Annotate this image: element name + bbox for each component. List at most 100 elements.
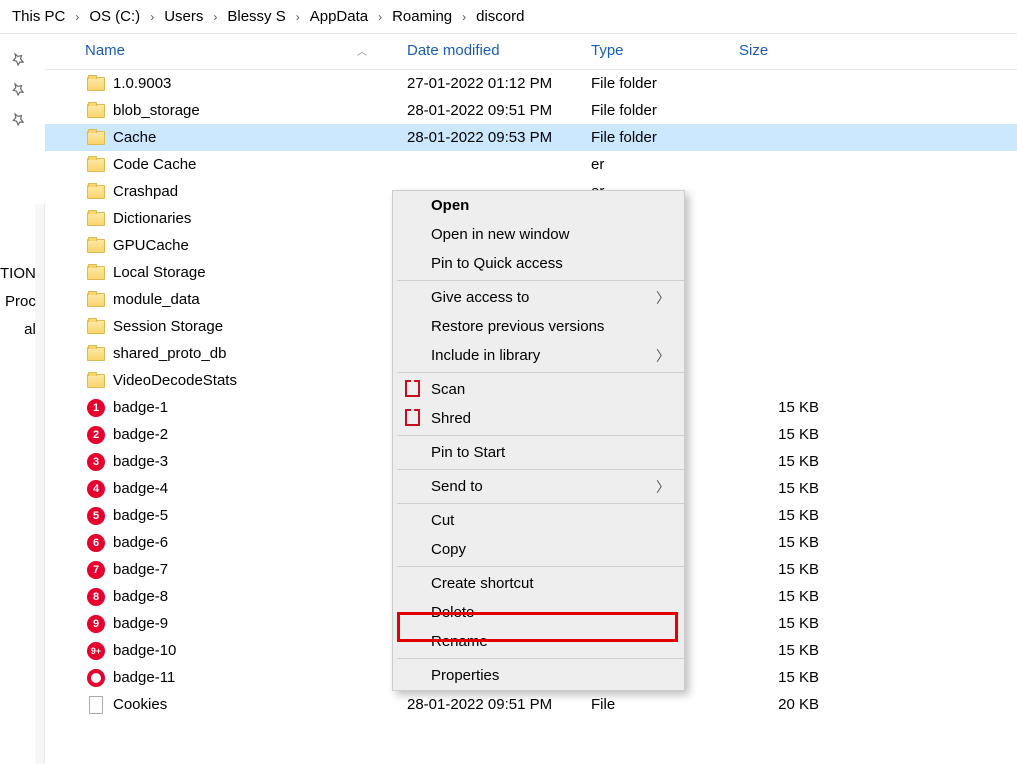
file-name: badge-10 — [107, 642, 407, 659]
menu-shred[interactable]: Shred — [393, 404, 684, 433]
chevron-right-icon: 〉 — [656, 346, 670, 366]
context-menu: Open Open in new window Pin to Quick acc… — [392, 190, 685, 691]
file-size: 15 KB — [739, 615, 829, 632]
folder-icon — [85, 209, 107, 229]
file-name: badge-3 — [107, 453, 407, 470]
menu-copy[interactable]: Copy — [393, 535, 684, 564]
menu-rename[interactable]: Rename — [393, 627, 684, 656]
menu-restore-versions[interactable]: Restore previous versions — [393, 312, 684, 341]
column-headers[interactable]: Name︿ Date modified Type Size — [45, 34, 1017, 70]
file-name: Code Cache — [107, 156, 407, 173]
badge-icon: 3 — [85, 452, 107, 472]
chevron-right-icon: › — [67, 10, 87, 24]
folder-icon — [85, 317, 107, 337]
file-row[interactable]: blob_storage28-01-2022 09:51 PMFile fold… — [45, 97, 1017, 124]
file-name: GPUCache — [107, 237, 407, 254]
file-row[interactable]: Code Cacheer — [45, 151, 1017, 178]
folder-icon — [85, 182, 107, 202]
file-name: badge-6 — [107, 534, 407, 551]
file-name: Session Storage — [107, 318, 407, 335]
file-type: File folder — [591, 75, 739, 92]
folder-icon — [85, 344, 107, 364]
breadcrumb-segment[interactable]: Blessy S — [225, 8, 287, 25]
file-type: File folder — [591, 129, 739, 146]
file-size: 15 KB — [739, 588, 829, 605]
menu-include-library[interactable]: Include in library〉 — [393, 341, 684, 370]
file-size: 15 KB — [739, 399, 829, 416]
folder-icon — [85, 74, 107, 94]
breadcrumb[interactable]: This PC›OS (C:)›Users›Blessy S›AppData›R… — [0, 0, 1017, 34]
breadcrumb-segment[interactable]: discord — [474, 8, 526, 25]
file-row[interactable]: Cookies28-01-2022 09:51 PMFile20 KB — [45, 691, 1017, 718]
file-name: badge-1 — [107, 399, 407, 416]
folder-icon — [85, 128, 107, 148]
badge-icon: 7 — [85, 560, 107, 580]
menu-scan[interactable]: Scan — [393, 375, 684, 404]
file-name: Local Storage — [107, 264, 407, 281]
menu-cut[interactable]: Cut — [393, 506, 684, 535]
badge-icon: 8 — [85, 587, 107, 607]
file-name: badge-4 — [107, 480, 407, 497]
menu-send-to[interactable]: Send to〉 — [393, 472, 684, 501]
file-name: badge-2 — [107, 426, 407, 443]
file-name: Cache — [107, 129, 407, 146]
chevron-right-icon: 〉 — [656, 477, 670, 497]
menu-pin-start[interactable]: Pin to Start — [393, 438, 684, 467]
file-name: Cookies — [107, 696, 407, 713]
menu-delete[interactable]: Delete — [393, 598, 684, 627]
folder-icon — [85, 290, 107, 310]
pin-icon[interactable] — [11, 82, 25, 96]
column-size[interactable]: Size — [739, 42, 829, 59]
chevron-right-icon: › — [142, 10, 162, 24]
menu-create-shortcut[interactable]: Create shortcut — [393, 569, 684, 598]
pin-icon[interactable] — [11, 52, 25, 66]
badge-ring-icon — [85, 668, 107, 688]
chevron-right-icon: › — [454, 10, 474, 24]
badge-icon: 6 — [85, 533, 107, 553]
breadcrumb-segment[interactable]: This PC — [10, 8, 67, 25]
file-name: badge-9 — [107, 615, 407, 632]
badge-icon: 2 — [85, 425, 107, 445]
breadcrumb-segment[interactable]: OS (C:) — [87, 8, 142, 25]
column-type[interactable]: Type — [591, 42, 739, 59]
pin-icon[interactable] — [11, 112, 25, 126]
column-name[interactable]: Name︿ — [85, 42, 407, 59]
badge-icon: 1 — [85, 398, 107, 418]
breadcrumb-segment[interactable]: Users — [162, 8, 205, 25]
mcafee-icon — [403, 410, 421, 428]
file-name: VideoDecodeStats — [107, 372, 407, 389]
file-name: Dictionaries — [107, 210, 407, 227]
menu-give-access-to[interactable]: Give access to〉 — [393, 283, 684, 312]
breadcrumb-segment[interactable]: Roaming — [390, 8, 454, 25]
file-size: 15 KB — [739, 642, 829, 659]
menu-open[interactable]: Open — [393, 191, 684, 220]
badge-icon: 4 — [85, 479, 107, 499]
nav-pane-partial: TION Proc al — [0, 260, 44, 344]
sort-caret-icon: ︿ — [357, 43, 367, 58]
file-name: badge-7 — [107, 561, 407, 578]
file-date: 27-01-2022 01:12 PM — [407, 75, 591, 92]
file-name: shared_proto_db — [107, 345, 407, 362]
folder-icon — [85, 371, 107, 391]
file-icon — [85, 695, 107, 715]
file-name: module_data — [107, 291, 407, 308]
file-size: 15 KB — [739, 426, 829, 443]
file-name: badge-8 — [107, 588, 407, 605]
column-date[interactable]: Date modified — [407, 42, 591, 59]
file-row[interactable]: Cache28-01-2022 09:53 PMFile folder — [45, 124, 1017, 151]
menu-pin-quick-access[interactable]: Pin to Quick access — [393, 249, 684, 278]
file-name: badge-11 — [107, 669, 407, 686]
chevron-right-icon: › — [288, 10, 308, 24]
file-row[interactable]: 1.0.900327-01-2022 01:12 PMFile folder — [45, 70, 1017, 97]
quick-access-pins — [0, 34, 35, 727]
menu-properties[interactable]: Properties — [393, 661, 684, 690]
file-size: 15 KB — [739, 480, 829, 497]
file-name: 1.0.9003 — [107, 75, 407, 92]
menu-open-new-window[interactable]: Open in new window — [393, 220, 684, 249]
badge-icon: 5 — [85, 506, 107, 526]
file-type: File folder — [591, 102, 739, 119]
file-date: 28-01-2022 09:53 PM — [407, 129, 591, 146]
file-name: blob_storage — [107, 102, 407, 119]
breadcrumb-segment[interactable]: AppData — [308, 8, 370, 25]
file-size: 20 KB — [739, 696, 829, 713]
